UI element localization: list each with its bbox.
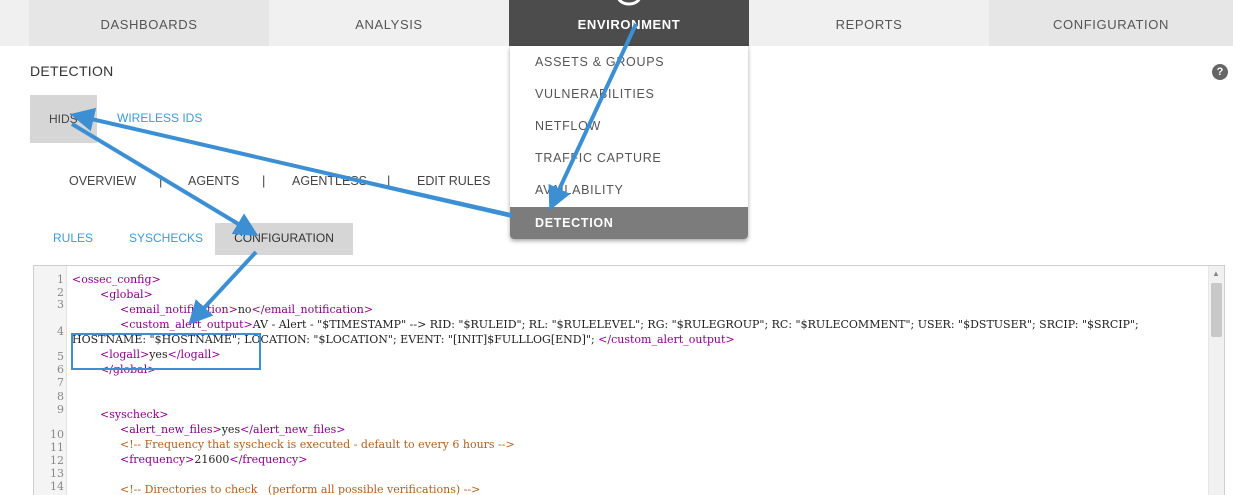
arrow-to-logall-line <box>188 250 258 325</box>
arrow-to-detection-menu-item <box>548 23 638 211</box>
arrow-to-configuration-tab <box>70 122 259 237</box>
annotation-arrows <box>69 23 638 325</box>
